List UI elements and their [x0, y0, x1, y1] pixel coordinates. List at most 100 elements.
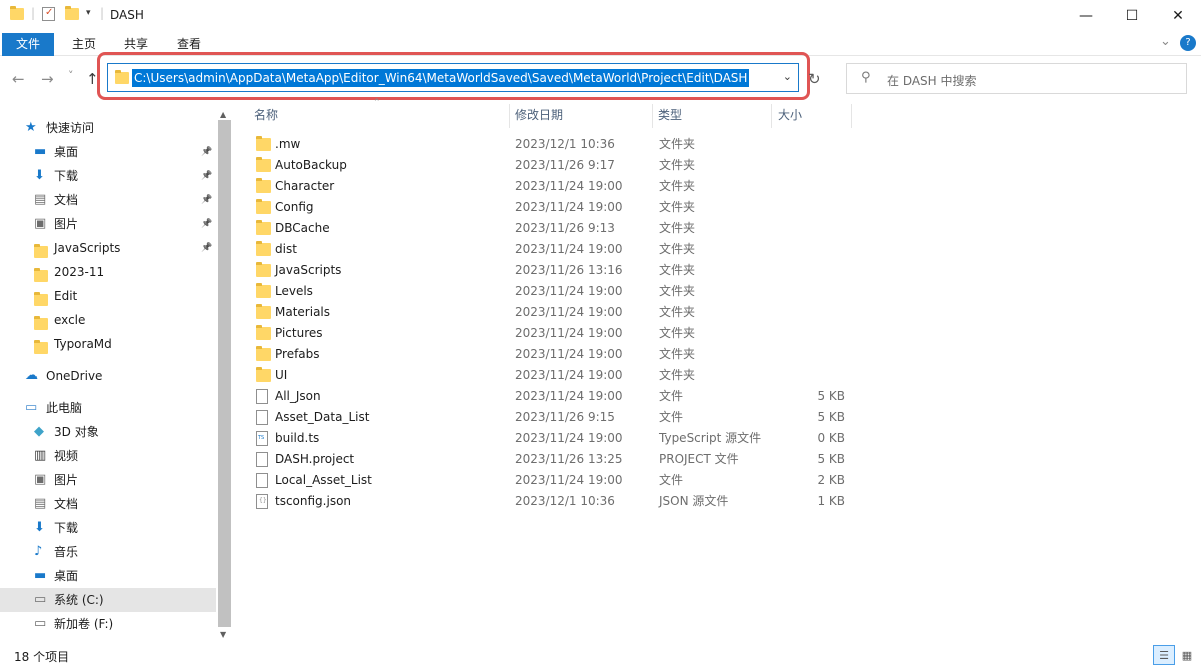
sidebar-item[interactable]: ▥ 视频	[0, 444, 216, 468]
pin-icon: 📌	[201, 243, 213, 253]
folder-icon	[34, 314, 48, 330]
scroll-thumb[interactable]	[218, 120, 231, 627]
separator: |	[100, 6, 105, 20]
sidebar-item[interactable]: ☁ OneDrive	[0, 364, 216, 388]
sidebar-item[interactable]: ▭ 系统 (C:)	[0, 588, 216, 612]
star-icon: ★	[25, 120, 37, 135]
sidebar-item[interactable]: excle	[0, 308, 216, 332]
sidebar-item[interactable]: ▣ 图片	[0, 468, 216, 492]
file-row[interactable]: Asset_Data_List 2023/11/26 9:15 文件 5 KB	[248, 407, 853, 428]
drive-icon: ▭	[34, 616, 47, 631]
refresh-button[interactable]: ↻	[808, 70, 821, 88]
sidebar-item[interactable]: 2023-11	[0, 260, 216, 284]
column-header-date[interactable]: 修改日期	[509, 104, 653, 128]
sidebar-item[interactable]: ⬇ 下载 📌	[0, 164, 216, 188]
sidebar-item[interactable]: ▤ 文档 📌	[0, 188, 216, 212]
file-row[interactable]: .mw 2023/12/1 10:36 文件夹	[248, 134, 853, 155]
folder-icon	[10, 6, 24, 23]
forward-button[interactable]: →	[41, 70, 54, 88]
column-header-size[interactable]: 大小	[772, 104, 852, 128]
large-icons-view-button[interactable]: ▦	[1176, 645, 1198, 665]
file-type: 文件夹	[659, 137, 696, 151]
file-type: PROJECT 文件	[659, 452, 739, 466]
close-button[interactable]: ✕	[1155, 0, 1201, 31]
navigation-pane: ★ 快速访问 ▬ 桌面 📌 ⬇ 下载 📌 ▤ 文档 📌 ▣ 图片 📌 JavaScripts 📌 2023-11…	[0, 112, 216, 642]
file-name: UI	[275, 368, 288, 382]
file-date: 2023/11/24 19:00	[515, 347, 623, 361]
file-row[interactable]: All_Json 2023/11/24 19:00 文件 5 KB	[248, 386, 853, 407]
ribbon-expand-icon[interactable]: ⌄	[1160, 34, 1171, 49]
minimize-button[interactable]: —	[1063, 0, 1109, 31]
file-row[interactable]: build.ts 2023/11/24 19:00 TypeScript 源文件 0 …	[248, 428, 853, 449]
file-row[interactable]: Levels 2023/11/24 19:00 文件夹	[248, 281, 853, 302]
folder-icon	[34, 266, 48, 282]
sidebar-item-label: 图片	[54, 217, 79, 231]
folder-icon	[256, 199, 271, 214]
sidebar-item[interactable]: ♪ 音乐	[0, 540, 216, 564]
search-input[interactable]: 在 DASH 中搜索	[887, 72, 977, 89]
sidebar-item[interactable]: JavaScripts 📌	[0, 236, 216, 260]
download-icon: ⬇	[34, 520, 45, 535]
sidebar-item[interactable]: ▤ 文档	[0, 492, 216, 516]
sidebar-item-label: 下载	[54, 169, 79, 183]
details-view-button[interactable]: ☰	[1153, 645, 1175, 665]
sidebar-item[interactable]: Edit	[0, 284, 216, 308]
file-type: 文件夹	[659, 263, 696, 277]
file-row[interactable]: Pictures 2023/11/24 19:00 文件夹	[248, 323, 853, 344]
file-row[interactable]: DASH.project 2023/11/26 13:25 PROJECT 文件 5 …	[248, 449, 853, 470]
scroll-up-icon[interactable]: ▲	[220, 110, 226, 119]
file-name: .mw	[275, 137, 301, 151]
file-type: 文件	[659, 473, 684, 487]
file-row[interactable]: UI 2023/11/24 19:00 文件夹	[248, 365, 853, 386]
file-row[interactable]: JavaScripts 2023/11/26 13:16 文件夹	[248, 260, 853, 281]
typescript-file-icon	[256, 431, 268, 446]
folder-icon	[256, 241, 271, 256]
file-row[interactable]: Prefabs 2023/11/24 19:00 文件夹	[248, 344, 853, 365]
sidebar-item[interactable]: ▬ 桌面 📌	[0, 140, 216, 164]
file-row[interactable]: AutoBackup 2023/11/26 9:17 文件夹	[248, 155, 853, 176]
desktop-icon: ▬	[34, 568, 47, 583]
search-box[interactable]: ⚲ 在 DASH 中搜索	[846, 63, 1187, 94]
pin-icon: 📌	[201, 171, 213, 181]
file-row[interactable]: Materials 2023/11/24 19:00 文件夹	[248, 302, 853, 323]
sidebar-item[interactable]: TyporaMd	[0, 332, 216, 356]
sidebar-scrollbar[interactable]: ▲ ▼	[216, 110, 233, 642]
customize-quick-access-icon[interactable]: ▾	[86, 8, 91, 18]
sidebar-item[interactable]: ⬇ 下载	[0, 516, 216, 540]
window-title: DASH	[110, 8, 144, 22]
file-row[interactable]: Config 2023/11/24 19:00 文件夹	[248, 197, 853, 218]
help-icon[interactable]: ?	[1180, 35, 1196, 51]
sidebar-item-label: 桌面	[54, 145, 79, 159]
folder-icon	[34, 290, 48, 306]
sidebar-item-label: 音乐	[54, 545, 79, 559]
sidebar-item[interactable]: ▣ 图片 📌	[0, 212, 216, 236]
recent-locations-button[interactable]: ˅	[68, 69, 74, 82]
column-header-type[interactable]: 类型	[652, 104, 772, 128]
file-date: 2023/11/24 19:00	[515, 242, 623, 256]
file-row[interactable]: Local_Asset_List 2023/11/24 19:00 文件 2 KB	[248, 470, 853, 491]
column-header-name[interactable]: 名称	[248, 104, 510, 128]
folder-icon	[256, 304, 271, 319]
file-row[interactable]: DBCache 2023/11/26 9:13 文件夹	[248, 218, 853, 239]
tab-file[interactable]: 文件	[2, 33, 55, 56]
file-row[interactable]: tsconfig.json 2023/12/1 10:36 JSON 源文件 1 KB	[248, 491, 853, 512]
sidebar-item[interactable]: ▬ 桌面	[0, 564, 216, 588]
back-button[interactable]: ←	[12, 70, 25, 88]
sidebar-item-label: 2023-11	[54, 265, 105, 279]
maximize-button[interactable]: ☐	[1109, 0, 1155, 31]
sidebar-item[interactable]: ▭ 此电脑	[0, 396, 216, 420]
sidebar-item-label: 文档	[54, 497, 79, 511]
sidebar-item[interactable]: ▭ 新加卷 (F:)	[0, 612, 216, 636]
properties-icon[interactable]: ✓	[42, 7, 55, 21]
scroll-down-icon[interactable]: ▼	[220, 630, 226, 639]
file-row[interactable]: dist 2023/11/24 19:00 文件夹	[248, 239, 853, 260]
sidebar-item-label: 图片	[54, 473, 79, 487]
sidebar-item[interactable]: ◆ 3D 对象	[0, 420, 216, 444]
new-folder-icon[interactable]	[65, 6, 79, 23]
folder-icon	[256, 346, 271, 361]
file-date: 2023/11/26 13:16	[515, 263, 623, 277]
file-type: 文件夹	[659, 326, 696, 340]
json-file-icon	[256, 494, 268, 509]
file-row[interactable]: Character 2023/11/24 19:00 文件夹	[248, 176, 853, 197]
sidebar-item[interactable]: ★ 快速访问	[0, 116, 216, 140]
